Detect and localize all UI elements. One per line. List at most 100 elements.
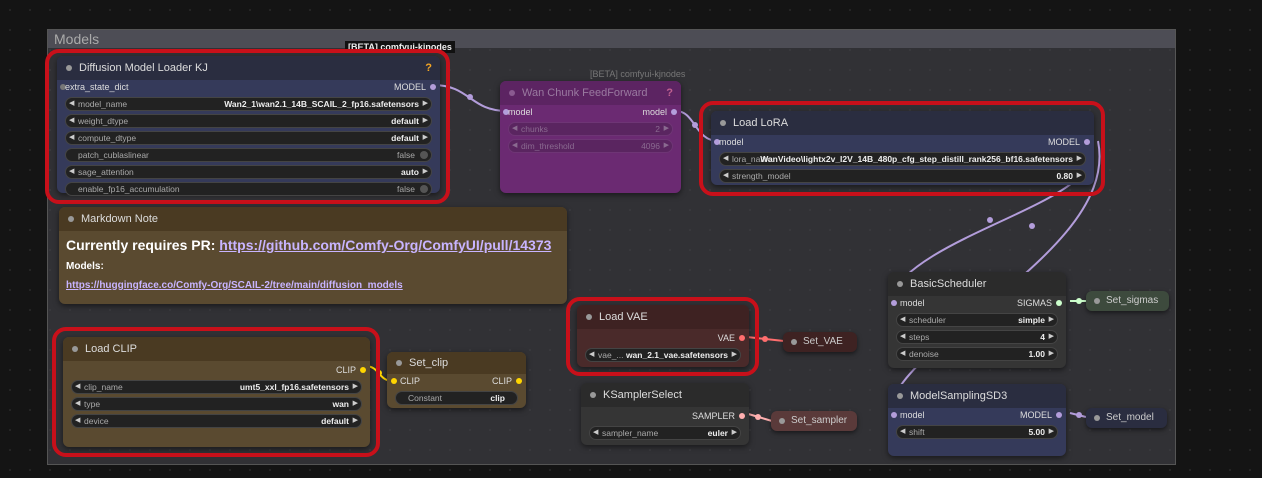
set-sigmas-node[interactable]: Set_sigmas xyxy=(1086,291,1169,311)
output-slot-icon[interactable] xyxy=(516,378,522,384)
collapse-dot-icon[interactable] xyxy=(586,314,592,320)
collapse-dot-icon[interactable] xyxy=(779,418,785,424)
collapse-dot-icon[interactable] xyxy=(509,90,515,96)
collapse-dot-icon[interactable] xyxy=(897,393,903,399)
arrow-left-icon[interactable]: ◀ xyxy=(900,331,905,343)
arrow-left-icon[interactable]: ◀ xyxy=(75,415,80,427)
arrow-left-icon[interactable]: ◀ xyxy=(512,123,517,135)
widget-enable-fp16-accumulation[interactable]: enable_fp16_accumulation false xyxy=(65,182,432,196)
arrow-left-icon[interactable]: ◀ xyxy=(69,98,74,110)
widget-scheduler[interactable]: ◀ scheduler simple ▶ xyxy=(896,313,1058,327)
widget-type[interactable]: ◀ type wan ▶ xyxy=(71,397,362,411)
arrow-left-icon[interactable]: ◀ xyxy=(593,427,598,439)
arrow-left-icon[interactable]: ◀ xyxy=(75,381,80,393)
widget-dim-threshold[interactable]: ◀ dim_threshold 4096 ▶ xyxy=(508,139,673,153)
models-link[interactable]: https://huggingface.co/Comfy-Org/SCAIL-2… xyxy=(66,280,403,291)
widget-sage-attention[interactable]: ◀ sage_attention auto ▶ xyxy=(65,165,432,179)
arrow-left-icon[interactable]: ◀ xyxy=(69,166,74,178)
arrow-left-icon[interactable]: ◀ xyxy=(69,115,74,127)
output-slot-icon[interactable] xyxy=(739,335,745,341)
arrow-left-icon[interactable]: ◀ xyxy=(589,349,594,361)
collapse-dot-icon[interactable] xyxy=(1094,298,1100,304)
widget-vae-name[interactable]: ◀ vae_... wan_2.1_vae.safetensors ▶ xyxy=(585,348,741,362)
widget-weight-dtype[interactable]: ◀ weight_dtype default ▶ xyxy=(65,114,432,128)
arrow-right-icon[interactable]: ▶ xyxy=(1049,426,1054,438)
arrow-right-icon[interactable]: ▶ xyxy=(1077,170,1082,182)
collapse-dot-icon[interactable] xyxy=(66,65,72,71)
diffusion-model-loader-node[interactable]: Diffusion Model Loader KJ ? extra_state_… xyxy=(57,56,440,196)
widget-model-name[interactable]: ◀ model_name Wan2_1\wan2.1_14B_SCAIL_2_fp1… xyxy=(65,97,432,111)
arrow-right-icon[interactable]: ▶ xyxy=(423,132,428,144)
widget-strength-model[interactable]: ◀ strength_model 0.80 ▶ xyxy=(719,169,1086,183)
set-sampler-node[interactable]: Set_sampler xyxy=(771,411,857,431)
arrow-right-icon[interactable]: ▶ xyxy=(664,140,669,152)
arrow-right-icon[interactable]: ▶ xyxy=(1049,314,1054,326)
widget-shift[interactable]: ◀ shift 5.00 ▶ xyxy=(896,425,1058,439)
arrow-right-icon[interactable]: ▶ xyxy=(1077,153,1082,165)
model-sampling-sd3-node[interactable]: ModelSamplingSD3 model MODEL ◀ shift 5.00 ▶ xyxy=(888,384,1066,456)
basic-scheduler-node[interactable]: BasicScheduler model SIGMAS ◀ scheduler si… xyxy=(888,272,1066,368)
arrow-right-icon[interactable]: ▶ xyxy=(353,398,358,410)
collapse-dot-icon[interactable] xyxy=(720,120,726,126)
widget-patch-cublaslinear[interactable]: patch_cublaslinear false xyxy=(65,148,432,162)
wan-chunk-feedforward-node[interactable]: Wan Chunk FeedForward ? model model ◀ chu… xyxy=(500,81,681,193)
help-icon[interactable]: ? xyxy=(666,81,673,105)
widget-sampler-name[interactable]: ◀ sampler_name euler ▶ xyxy=(589,426,741,440)
input-slot-icon[interactable] xyxy=(891,300,897,306)
load-vae-node[interactable]: Load VAE VAE ◀ vae_... wan_2.1_vae.safeten… xyxy=(577,305,749,367)
set-clip-node[interactable]: Set_clip CLIP CLIP Constant clip xyxy=(387,352,526,408)
widget-device[interactable]: ◀ device default ▶ xyxy=(71,414,362,428)
arrow-right-icon[interactable]: ▶ xyxy=(353,415,358,427)
collapse-dot-icon[interactable] xyxy=(791,339,797,345)
set-model-node[interactable]: Set_model xyxy=(1086,408,1167,428)
output-slot-icon[interactable] xyxy=(1056,412,1062,418)
collapse-dot-icon[interactable] xyxy=(590,392,596,398)
arrow-left-icon[interactable]: ◀ xyxy=(900,348,905,360)
arrow-right-icon[interactable]: ▶ xyxy=(664,123,669,135)
load-lora-node[interactable]: Load LoRA model MODEL ◀ lora_name WanVideo… xyxy=(711,111,1094,185)
collapse-dot-icon[interactable] xyxy=(68,216,74,222)
arrow-left-icon[interactable]: ◀ xyxy=(723,170,728,182)
output-slot-icon[interactable] xyxy=(671,109,677,115)
output-slot-icon[interactable] xyxy=(430,84,436,90)
arrow-right-icon[interactable]: ▶ xyxy=(1049,348,1054,360)
markdown-note-node[interactable]: Markdown Note Currently requires PR: htt… xyxy=(59,207,567,304)
output-slot-icon[interactable] xyxy=(360,367,366,373)
arrow-right-icon[interactable]: ▶ xyxy=(423,98,428,110)
arrow-right-icon[interactable]: ▶ xyxy=(732,427,737,439)
toggle-icon[interactable] xyxy=(420,185,428,193)
widget-lora-name[interactable]: ◀ lora_name WanVideo\lightx2v_I2V_14B_480p… xyxy=(719,152,1086,166)
arrow-left-icon[interactable]: ◀ xyxy=(75,398,80,410)
output-slot-icon[interactable] xyxy=(1084,139,1090,145)
output-slot-icon[interactable] xyxy=(739,413,745,419)
arrow-left-icon[interactable]: ◀ xyxy=(900,314,905,326)
widget-constant[interactable]: Constant clip xyxy=(395,391,518,405)
widget-denoise[interactable]: ◀ denoise 1.00 ▶ xyxy=(896,347,1058,361)
widget-chunks[interactable]: ◀ chunks 2 ▶ xyxy=(508,122,673,136)
arrow-left-icon[interactable]: ◀ xyxy=(69,132,74,144)
pr-link[interactable]: https://github.com/Comfy-Org/ComfyUI/pul… xyxy=(219,237,551,253)
arrow-right-icon[interactable]: ▶ xyxy=(423,166,428,178)
input-slot-icon[interactable] xyxy=(891,412,897,418)
output-slot-icon[interactable] xyxy=(1056,300,1062,306)
arrow-left-icon[interactable]: ◀ xyxy=(512,140,517,152)
set-vae-node[interactable]: Set_VAE xyxy=(783,332,857,352)
ksampler-select-node[interactable]: KSamplerSelect SAMPLER ◀ sampler_name eule… xyxy=(581,383,749,445)
widget-steps[interactable]: ◀ steps 4 ▶ xyxy=(896,330,1058,344)
collapse-dot-icon[interactable] xyxy=(1094,415,1100,421)
arrow-right-icon[interactable]: ▶ xyxy=(732,349,737,361)
widget-clip-name[interactable]: ◀ clip_name umt5_xxl_fp16.safetensors ▶ xyxy=(71,380,362,394)
arrow-right-icon[interactable]: ▶ xyxy=(423,115,428,127)
help-icon[interactable]: ? xyxy=(425,56,432,80)
toggle-icon[interactable] xyxy=(420,151,428,159)
arrow-right-icon[interactable]: ▶ xyxy=(353,381,358,393)
collapse-dot-icon[interactable] xyxy=(72,346,78,352)
input-slot-icon[interactable] xyxy=(391,378,397,384)
widget-compute-dtype[interactable]: ◀ compute_dtype default ▶ xyxy=(65,131,432,145)
collapse-dot-icon[interactable] xyxy=(396,360,402,366)
arrow-right-icon[interactable]: ▶ xyxy=(1049,331,1054,343)
collapse-dot-icon[interactable] xyxy=(897,281,903,287)
arrow-left-icon[interactable]: ◀ xyxy=(723,153,728,165)
load-clip-node[interactable]: Load CLIP CLIP ◀ clip_name umt5_xxl_fp16.s… xyxy=(63,337,370,447)
arrow-left-icon[interactable]: ◀ xyxy=(900,426,905,438)
